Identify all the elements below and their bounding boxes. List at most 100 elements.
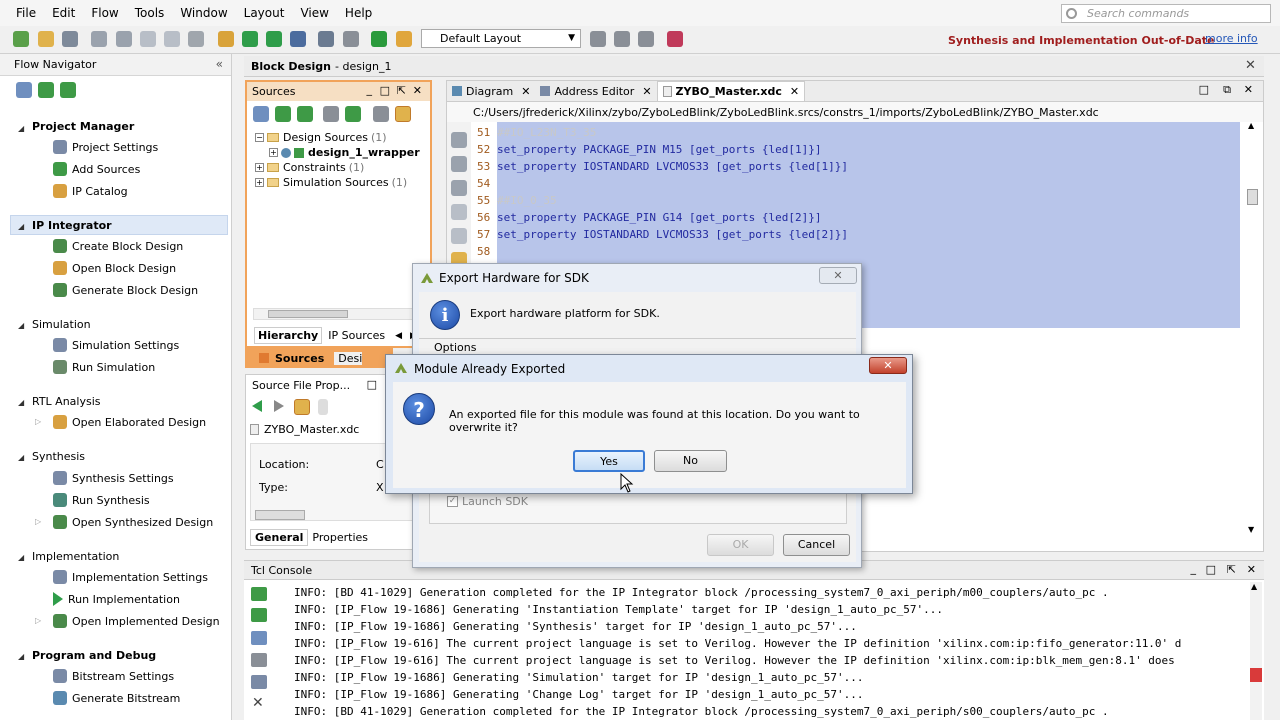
nav-run-implementation[interactable]: Run Implementation (53, 590, 180, 608)
new-project-icon[interactable] (13, 31, 29, 47)
expand-all-icon[interactable] (297, 106, 313, 122)
nav-create-block-design[interactable]: Create Block Design (53, 237, 183, 255)
tab-left-icon[interactable]: ◀ (395, 331, 402, 341)
collapsed-arrow-icon[interactable]: ▷ (35, 517, 41, 526)
paste-icon[interactable] (164, 31, 180, 47)
section-program-debug[interactable]: Program and Debug (32, 649, 156, 662)
no-button[interactable]: No (654, 450, 727, 472)
collapse-icon[interactable]: − (255, 133, 264, 142)
close-icon[interactable]: ✕ (869, 357, 907, 374)
back-arrow-icon[interactable] (252, 400, 262, 412)
expand-icon[interactable]: + (269, 148, 278, 157)
maximize-icon[interactable]: □ (1199, 83, 1209, 96)
menu-tools[interactable]: Tools (135, 6, 165, 20)
collapsed-arrow-icon[interactable]: ▷ (35, 417, 41, 426)
properties-icon[interactable] (323, 106, 339, 122)
checkbox-icon[interactable]: ✓ (447, 496, 458, 507)
section-simulation[interactable]: Simulation (32, 318, 91, 331)
scrollbar-thumb[interactable] (268, 310, 348, 318)
nav-synthesis-settings[interactable]: Synthesis Settings (53, 469, 174, 487)
close-icon[interactable]: ✕ (413, 84, 422, 97)
save-icon[interactable] (62, 31, 78, 47)
expand-arrow-icon[interactable]: ◢ (18, 553, 24, 562)
section-ip-integrator[interactable]: IP Integrator (32, 219, 112, 232)
collapsed-arrow-icon[interactable]: ▷ (35, 616, 41, 625)
tree-design-wrapper[interactable]: + design_1_wrapper (269, 146, 420, 159)
nav-generate-bitstream[interactable]: Generate Bitstream (53, 689, 180, 707)
menu-layout[interactable]: Layout (244, 6, 285, 20)
nav-generate-block-design[interactable]: Generate Block Design (53, 281, 198, 299)
nav-open-block-design[interactable]: Open Block Design (53, 259, 176, 277)
scrollbar-marker[interactable] (1250, 668, 1262, 682)
launch-sdk-checkbox[interactable]: ✓ Launch SDK (447, 495, 528, 508)
ok-button[interactable]: OK (707, 534, 774, 556)
restore-icon[interactable]: ⧉ (1223, 83, 1231, 97)
search-input[interactable]: Search commands (1061, 4, 1271, 23)
scrollbar-thumb[interactable] (1247, 189, 1258, 205)
collapse-icon[interactable]: « (216, 57, 223, 71)
expand-all-icon[interactable] (60, 82, 76, 98)
maximize-icon[interactable]: □ (380, 84, 390, 97)
collapse-all-icon[interactable] (38, 82, 54, 98)
save-icon[interactable] (451, 132, 467, 148)
nav-bitstream-settings[interactable]: Bitstream Settings (53, 667, 174, 685)
yes-button[interactable]: Yes (573, 450, 645, 472)
more-info-link[interactable]: more info (1205, 32, 1258, 45)
tree-design-sources[interactable]: − Design Sources (1) (255, 131, 387, 144)
tab-zybo-master[interactable]: ZYBO_Master.xdc ✕ (656, 81, 806, 101)
marker3-icon[interactable] (638, 31, 654, 47)
marker-icon[interactable] (590, 31, 606, 47)
expand-icon[interactable]: + (255, 163, 264, 172)
program-icon[interactable] (290, 31, 306, 47)
close-icon[interactable]: ✕ (1247, 563, 1256, 576)
menu-help[interactable]: Help (345, 6, 372, 20)
pause-icon[interactable] (251, 631, 267, 645)
layout-select[interactable]: Default Layout ▼ (421, 29, 581, 48)
expand-arrow-icon[interactable]: ◢ (18, 398, 24, 407)
menu-edit[interactable]: Edit (52, 6, 75, 20)
search-icon[interactable] (253, 106, 269, 122)
nav-ip-catalog[interactable]: IP Catalog (53, 182, 128, 200)
section-rtl-analysis[interactable]: RTL Analysis (32, 395, 101, 408)
cancel-button[interactable]: Cancel (783, 534, 850, 556)
help-icon[interactable] (667, 31, 683, 47)
undo-icon[interactable] (451, 156, 467, 172)
nav-open-implemented-design[interactable]: Open Implemented Design (53, 612, 220, 630)
settings-icon[interactable] (318, 31, 334, 47)
expand-all-icon[interactable] (251, 608, 267, 622)
maximize-icon[interactable]: □ (1206, 563, 1216, 576)
open-project-icon[interactable] (38, 31, 54, 47)
horizontal-scrollbar[interactable] (253, 308, 423, 320)
close-icon[interactable]: ✕ (521, 85, 530, 98)
section-synthesis[interactable]: Synthesis (32, 450, 85, 463)
forward-arrow-icon[interactable] (274, 400, 284, 412)
float-icon[interactable]: ⇱ (1227, 563, 1236, 576)
close-icon[interactable]: ✕ (642, 85, 651, 98)
code-line[interactable]: 56 set_property PACKAGE_PIN G14 [get_port… (477, 209, 822, 226)
tab-hierarchy[interactable]: Hierarchy (254, 327, 323, 344)
expand-arrow-icon[interactable]: ◢ (18, 222, 24, 231)
tab-address-editor[interactable]: Address Editor ✕ (535, 81, 656, 101)
nav-simulation-settings[interactable]: Simulation Settings (53, 336, 179, 354)
expand-arrow-icon[interactable]: ◢ (18, 124, 24, 133)
menu-flow[interactable]: Flow (91, 6, 118, 20)
properties-icon[interactable] (294, 399, 310, 415)
run-step-icon[interactable] (266, 31, 282, 47)
code-line[interactable]: 58 (477, 243, 497, 260)
minimize-icon[interactable]: _ (367, 83, 373, 96)
delete-icon[interactable]: ✕ (252, 695, 264, 711)
expand-arrow-icon[interactable]: ◢ (18, 652, 24, 661)
horizontal-scrollbar[interactable] (255, 510, 305, 520)
float-icon[interactable]: ⇱ (397, 84, 406, 97)
vertical-scrollbar[interactable]: ▲ (1250, 582, 1262, 720)
tab-sources[interactable]: Sources (275, 352, 324, 365)
tab-properties[interactable]: Properties (308, 529, 372, 546)
tab-design[interactable]: Desi (334, 351, 363, 365)
expand-arrow-icon[interactable]: ◢ (18, 321, 24, 330)
expand-arrow-icon[interactable]: ◢ (18, 453, 24, 462)
run-flow-icon[interactable] (218, 31, 234, 47)
nav-open-elaborated-design[interactable]: Open Elaborated Design (53, 413, 206, 431)
vertical-scrollbar[interactable]: ▲ ▼ (1247, 121, 1259, 534)
collapse-all-icon[interactable] (251, 587, 267, 601)
copy-icon[interactable] (451, 228, 467, 244)
